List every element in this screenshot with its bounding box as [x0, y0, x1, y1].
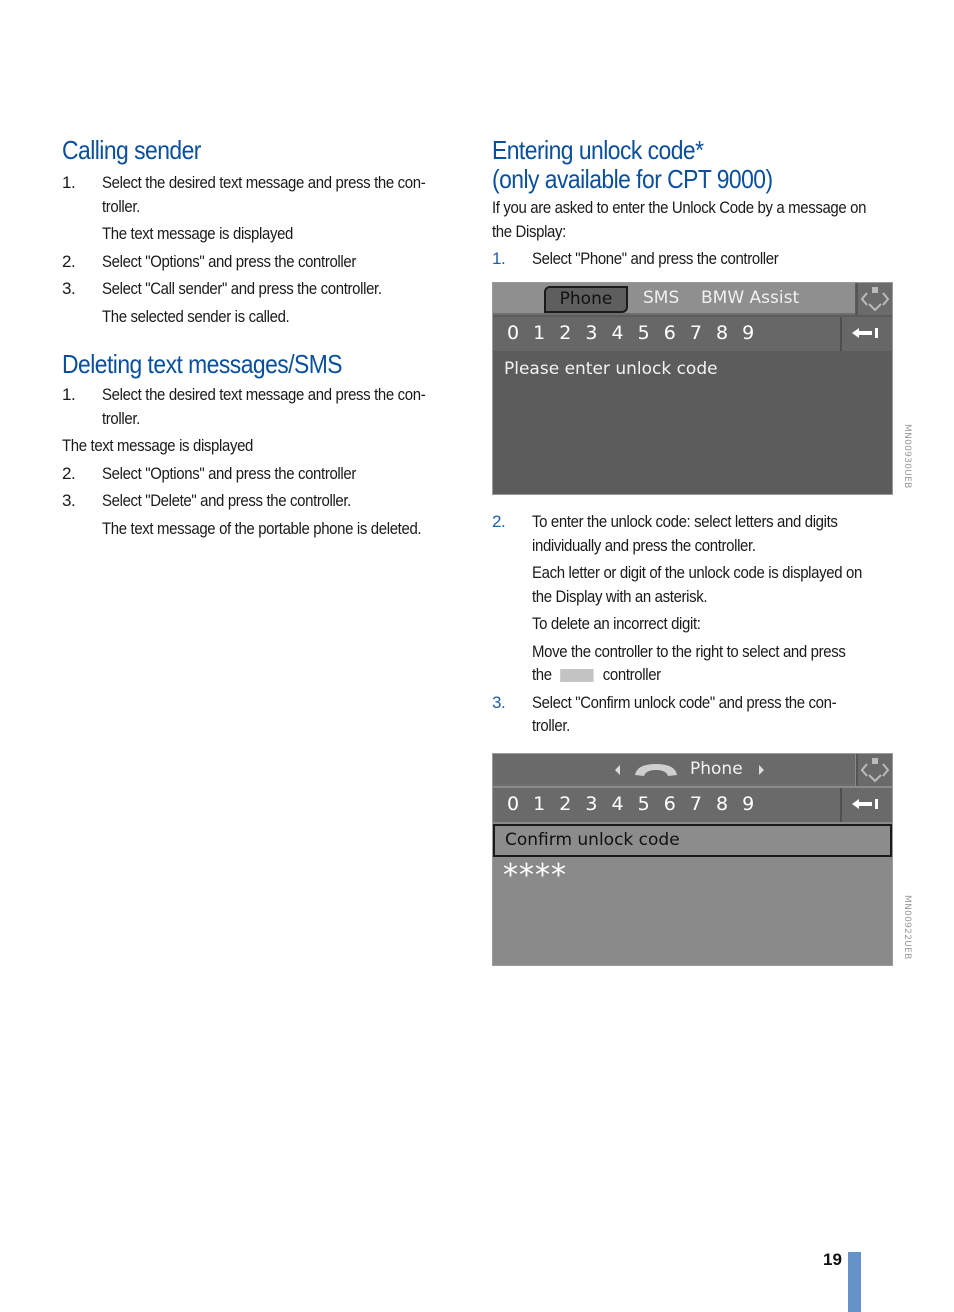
- calling-step-2: 2. Select "Options" and press the contro…: [62, 250, 462, 274]
- step-text: Select "Delete" and press the controller…: [102, 491, 351, 510]
- calling-step-3: 3. Select "Call sender" and press the co…: [62, 277, 462, 301]
- step-note: The text message is displayed: [102, 224, 294, 243]
- step-number: 3.: [62, 279, 76, 298]
- unlock-heading-line1: Entering unlock code*: [492, 135, 704, 165]
- arrow-right-icon[interactable]: [759, 765, 764, 775]
- tab-bar: Phone SMS BMW Assist: [493, 283, 855, 315]
- inline-text: the: [532, 665, 552, 684]
- step-number: 1.: [492, 249, 506, 268]
- step-text: Select the desired text message and pres…: [102, 173, 426, 192]
- phone-title: Phone: [690, 759, 743, 779]
- controller-nav-icon: [856, 754, 892, 786]
- entered-code: ****: [503, 858, 567, 893]
- arrow-left-icon[interactable]: [615, 765, 620, 775]
- step-note: the Display with an asterisk.: [532, 586, 708, 606]
- left-column: Calling sender 1. Select the desired tex…: [62, 136, 462, 540]
- image-code: MN00922UEB: [902, 895, 912, 960]
- image-code: MN00930UEB: [902, 424, 912, 489]
- step-number: 3.: [492, 692, 506, 712]
- deleting-sms-heading: Deleting text messages/SMS: [62, 349, 343, 379]
- controller-nav-icon: [856, 283, 892, 315]
- backspace-arrow-icon: [852, 328, 878, 338]
- backspace-button[interactable]: [840, 317, 892, 351]
- intro-text: If you are asked to enter the Unlock Cod…: [492, 198, 867, 217]
- phone-handset-icon: [635, 764, 677, 776]
- backspace-button[interactable]: [840, 788, 892, 822]
- step-text: troller.: [102, 408, 140, 428]
- calling-step-1: 1. Select the desired text message and p…: [62, 171, 462, 218]
- step-number: 2.: [62, 251, 76, 271]
- plain-note: The text message is displayed: [62, 436, 254, 455]
- digit-row[interactable]: 0 1 2 3 4 5 6 7 8 9: [493, 788, 840, 822]
- step-text: Select "Options" and press the controlle…: [102, 251, 356, 271]
- tab-bmw-assist[interactable]: BMW Assist: [701, 288, 799, 308]
- digit-row[interactable]: 0 1 2 3 4 5 6 7 8 9: [493, 317, 840, 351]
- step-note: Move the controller to the right to sele…: [532, 641, 846, 661]
- step-note: The text message of the portable phone i…: [102, 518, 422, 538]
- step-note: Each letter or digit of the unlock code …: [532, 563, 862, 582]
- inline-text: controller: [602, 665, 661, 684]
- deleting-step-3: 3. Select "Delete" and press the control…: [62, 489, 462, 513]
- step-number: 1.: [62, 173, 76, 192]
- right-column-steps: 2. To enter the unlock code: select lett…: [492, 510, 897, 738]
- unlock-step-1: 1. Select "Phone" and press the controll…: [492, 247, 897, 271]
- step-text: individually and press the controller.: [532, 535, 756, 555]
- step-note-inline: the controller: [532, 663, 853, 687]
- step-text: Select "Confirm unlock code" and press t…: [532, 692, 837, 712]
- step-text: troller.: [102, 196, 140, 216]
- step-number: 1.: [62, 385, 76, 404]
- step-text: Select the desired text message and pres…: [102, 385, 426, 404]
- step-number: 2.: [492, 512, 506, 531]
- unlock-step-2: 2. To enter the unlock code: select lett…: [492, 510, 897, 557]
- tab-sms[interactable]: SMS: [643, 288, 679, 308]
- step-text: Select "Call sender" and press the contr…: [102, 279, 382, 298]
- backspace-key-icon: [560, 669, 594, 683]
- page-accent-bar: [848, 1252, 861, 1312]
- display-screenshot-unlock-entry: Phone SMS BMW Assist 0 1 2 3 4 5 6 7 8 9…: [492, 282, 893, 495]
- title-bar: Phone: [493, 754, 855, 786]
- right-column: Entering unlock code* (only available fo…: [492, 136, 897, 271]
- unlock-step-3: 3. Select "Confirm unlock code" and pres…: [492, 691, 897, 738]
- step-text: To enter the unlock code: select letters…: [532, 512, 838, 531]
- step-text: troller.: [532, 716, 570, 735]
- calling-sender-heading: Calling sender: [62, 135, 201, 165]
- confirm-unlock-code-item[interactable]: Confirm unlock code: [493, 824, 892, 857]
- deleting-step-2: 2. Select "Options" and press the contro…: [62, 462, 462, 486]
- step-note: The selected sender is called.: [102, 306, 290, 326]
- backspace-arrow-icon: [852, 799, 878, 809]
- digit-selector[interactable]: 0 1 2 3 4 5 6 7 8 9: [507, 322, 758, 344]
- deleting-step-1: 1. Select the desired text message and p…: [62, 383, 462, 430]
- step-number: 3.: [62, 491, 76, 510]
- step-text: Select "Options" and press the controlle…: [102, 463, 356, 483]
- digit-selector[interactable]: 0 1 2 3 4 5 6 7 8 9: [507, 793, 758, 815]
- page-number: 19: [823, 1250, 842, 1269]
- step-note: To delete an incorrect digit:: [532, 614, 701, 633]
- tab-phone[interactable]: Phone: [544, 286, 628, 313]
- intro-text: the Display:: [492, 221, 566, 241]
- step-number: 2.: [62, 463, 76, 483]
- step-text: Select "Phone" and press the controller: [532, 249, 779, 268]
- unlock-heading-line2: (only available for CPT 9000): [492, 164, 773, 194]
- unlock-prompt: Please enter unlock code: [504, 359, 718, 379]
- display-screenshot-confirm-code: Phone 0 1 2 3 4 5 6 7 8 9 Confirm unlock…: [492, 753, 893, 966]
